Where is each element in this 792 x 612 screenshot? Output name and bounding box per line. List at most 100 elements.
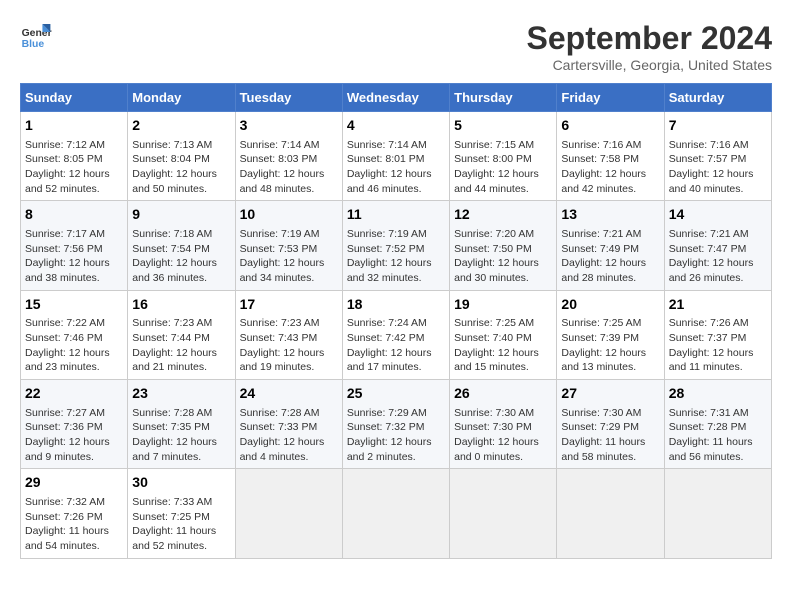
table-row: 15 Sunrise: 7:22 AM Sunset: 7:46 PM Dayl…	[21, 290, 128, 379]
day-number: 6	[561, 116, 659, 136]
table-row: 19 Sunrise: 7:25 AM Sunset: 7:40 PM Dayl…	[450, 290, 557, 379]
table-row: 2 Sunrise: 7:13 AM Sunset: 8:04 PM Dayli…	[128, 112, 235, 201]
day-number: 9	[132, 205, 230, 225]
day-number: 7	[669, 116, 767, 136]
day-info: Sunrise: 7:31 AM Sunset: 7:28 PM Dayligh…	[669, 406, 767, 465]
day-number: 27	[561, 384, 659, 404]
day-info: Sunrise: 7:22 AM Sunset: 7:46 PM Dayligh…	[25, 316, 123, 375]
table-row: 5 Sunrise: 7:15 AM Sunset: 8:00 PM Dayli…	[450, 112, 557, 201]
table-row: 4 Sunrise: 7:14 AM Sunset: 8:01 PM Dayli…	[342, 112, 449, 201]
day-number: 22	[25, 384, 123, 404]
day-info: Sunrise: 7:14 AM Sunset: 8:01 PM Dayligh…	[347, 138, 445, 197]
day-number: 23	[132, 384, 230, 404]
table-row: 30 Sunrise: 7:33 AM Sunset: 7:25 PM Dayl…	[128, 469, 235, 558]
day-number: 25	[347, 384, 445, 404]
day-info: Sunrise: 7:32 AM Sunset: 7:26 PM Dayligh…	[25, 495, 123, 554]
day-number: 15	[25, 295, 123, 315]
page-header: General Blue September 2024 Cartersville…	[20, 20, 772, 73]
day-info: Sunrise: 7:25 AM Sunset: 7:40 PM Dayligh…	[454, 316, 552, 375]
header-tuesday: Tuesday	[235, 84, 342, 112]
calendar-subtitle: Cartersville, Georgia, United States	[527, 57, 772, 73]
day-number: 13	[561, 205, 659, 225]
day-number: 17	[240, 295, 338, 315]
table-row: 21 Sunrise: 7:26 AM Sunset: 7:37 PM Dayl…	[664, 290, 771, 379]
header-thursday: Thursday	[450, 84, 557, 112]
day-info: Sunrise: 7:23 AM Sunset: 7:43 PM Dayligh…	[240, 316, 338, 375]
day-info: Sunrise: 7:19 AM Sunset: 7:53 PM Dayligh…	[240, 227, 338, 286]
table-row: 14 Sunrise: 7:21 AM Sunset: 7:47 PM Dayl…	[664, 201, 771, 290]
day-info: Sunrise: 7:33 AM Sunset: 7:25 PM Dayligh…	[132, 495, 230, 554]
logo-icon: General Blue	[20, 20, 52, 52]
day-info: Sunrise: 7:23 AM Sunset: 7:44 PM Dayligh…	[132, 316, 230, 375]
logo: General Blue	[20, 20, 52, 52]
table-row	[557, 469, 664, 558]
day-info: Sunrise: 7:17 AM Sunset: 7:56 PM Dayligh…	[25, 227, 123, 286]
table-row: 26 Sunrise: 7:30 AM Sunset: 7:30 PM Dayl…	[450, 380, 557, 469]
table-row: 3 Sunrise: 7:14 AM Sunset: 8:03 PM Dayli…	[235, 112, 342, 201]
day-info: Sunrise: 7:20 AM Sunset: 7:50 PM Dayligh…	[454, 227, 552, 286]
day-info: Sunrise: 7:28 AM Sunset: 7:35 PM Dayligh…	[132, 406, 230, 465]
table-row: 18 Sunrise: 7:24 AM Sunset: 7:42 PM Dayl…	[342, 290, 449, 379]
table-row: 16 Sunrise: 7:23 AM Sunset: 7:44 PM Dayl…	[128, 290, 235, 379]
header-saturday: Saturday	[664, 84, 771, 112]
day-number: 18	[347, 295, 445, 315]
header-sunday: Sunday	[21, 84, 128, 112]
table-row: 6 Sunrise: 7:16 AM Sunset: 7:58 PM Dayli…	[557, 112, 664, 201]
table-row: 20 Sunrise: 7:25 AM Sunset: 7:39 PM Dayl…	[557, 290, 664, 379]
day-info: Sunrise: 7:21 AM Sunset: 7:49 PM Dayligh…	[561, 227, 659, 286]
calendar-table: Sunday Monday Tuesday Wednesday Thursday…	[20, 83, 772, 559]
day-number: 28	[669, 384, 767, 404]
day-info: Sunrise: 7:21 AM Sunset: 7:47 PM Dayligh…	[669, 227, 767, 286]
day-number: 10	[240, 205, 338, 225]
day-number: 30	[132, 473, 230, 493]
table-row	[235, 469, 342, 558]
header-wednesday: Wednesday	[342, 84, 449, 112]
day-number: 12	[454, 205, 552, 225]
day-info: Sunrise: 7:30 AM Sunset: 7:29 PM Dayligh…	[561, 406, 659, 465]
day-info: Sunrise: 7:18 AM Sunset: 7:54 PM Dayligh…	[132, 227, 230, 286]
day-info: Sunrise: 7:29 AM Sunset: 7:32 PM Dayligh…	[347, 406, 445, 465]
calendar-title: September 2024	[527, 20, 772, 57]
calendar-header-row: Sunday Monday Tuesday Wednesday Thursday…	[21, 84, 772, 112]
header-monday: Monday	[128, 84, 235, 112]
svg-text:Blue: Blue	[22, 39, 45, 50]
table-row: 9 Sunrise: 7:18 AM Sunset: 7:54 PM Dayli…	[128, 201, 235, 290]
day-number: 8	[25, 205, 123, 225]
day-info: Sunrise: 7:13 AM Sunset: 8:04 PM Dayligh…	[132, 138, 230, 197]
day-number: 2	[132, 116, 230, 136]
day-number: 4	[347, 116, 445, 136]
day-number: 29	[25, 473, 123, 493]
day-number: 3	[240, 116, 338, 136]
day-number: 5	[454, 116, 552, 136]
day-info: Sunrise: 7:24 AM Sunset: 7:42 PM Dayligh…	[347, 316, 445, 375]
table-row: 17 Sunrise: 7:23 AM Sunset: 7:43 PM Dayl…	[235, 290, 342, 379]
day-info: Sunrise: 7:28 AM Sunset: 7:33 PM Dayligh…	[240, 406, 338, 465]
table-row	[450, 469, 557, 558]
day-number: 21	[669, 295, 767, 315]
day-number: 24	[240, 384, 338, 404]
table-row	[664, 469, 771, 558]
header-friday: Friday	[557, 84, 664, 112]
day-info: Sunrise: 7:26 AM Sunset: 7:37 PM Dayligh…	[669, 316, 767, 375]
day-number: 11	[347, 205, 445, 225]
table-row: 23 Sunrise: 7:28 AM Sunset: 7:35 PM Dayl…	[128, 380, 235, 469]
day-info: Sunrise: 7:16 AM Sunset: 7:57 PM Dayligh…	[669, 138, 767, 197]
day-info: Sunrise: 7:16 AM Sunset: 7:58 PM Dayligh…	[561, 138, 659, 197]
day-info: Sunrise: 7:15 AM Sunset: 8:00 PM Dayligh…	[454, 138, 552, 197]
table-row: 28 Sunrise: 7:31 AM Sunset: 7:28 PM Dayl…	[664, 380, 771, 469]
table-row: 25 Sunrise: 7:29 AM Sunset: 7:32 PM Dayl…	[342, 380, 449, 469]
day-info: Sunrise: 7:30 AM Sunset: 7:30 PM Dayligh…	[454, 406, 552, 465]
day-info: Sunrise: 7:25 AM Sunset: 7:39 PM Dayligh…	[561, 316, 659, 375]
table-row: 13 Sunrise: 7:21 AM Sunset: 7:49 PM Dayl…	[557, 201, 664, 290]
table-row: 29 Sunrise: 7:32 AM Sunset: 7:26 PM Dayl…	[21, 469, 128, 558]
title-section: September 2024 Cartersville, Georgia, Un…	[527, 20, 772, 73]
day-info: Sunrise: 7:14 AM Sunset: 8:03 PM Dayligh…	[240, 138, 338, 197]
day-number: 26	[454, 384, 552, 404]
table-row	[342, 469, 449, 558]
table-row: 1 Sunrise: 7:12 AM Sunset: 8:05 PM Dayli…	[21, 112, 128, 201]
day-number: 20	[561, 295, 659, 315]
table-row: 22 Sunrise: 7:27 AM Sunset: 7:36 PM Dayl…	[21, 380, 128, 469]
day-number: 16	[132, 295, 230, 315]
table-row: 12 Sunrise: 7:20 AM Sunset: 7:50 PM Dayl…	[450, 201, 557, 290]
day-info: Sunrise: 7:27 AM Sunset: 7:36 PM Dayligh…	[25, 406, 123, 465]
